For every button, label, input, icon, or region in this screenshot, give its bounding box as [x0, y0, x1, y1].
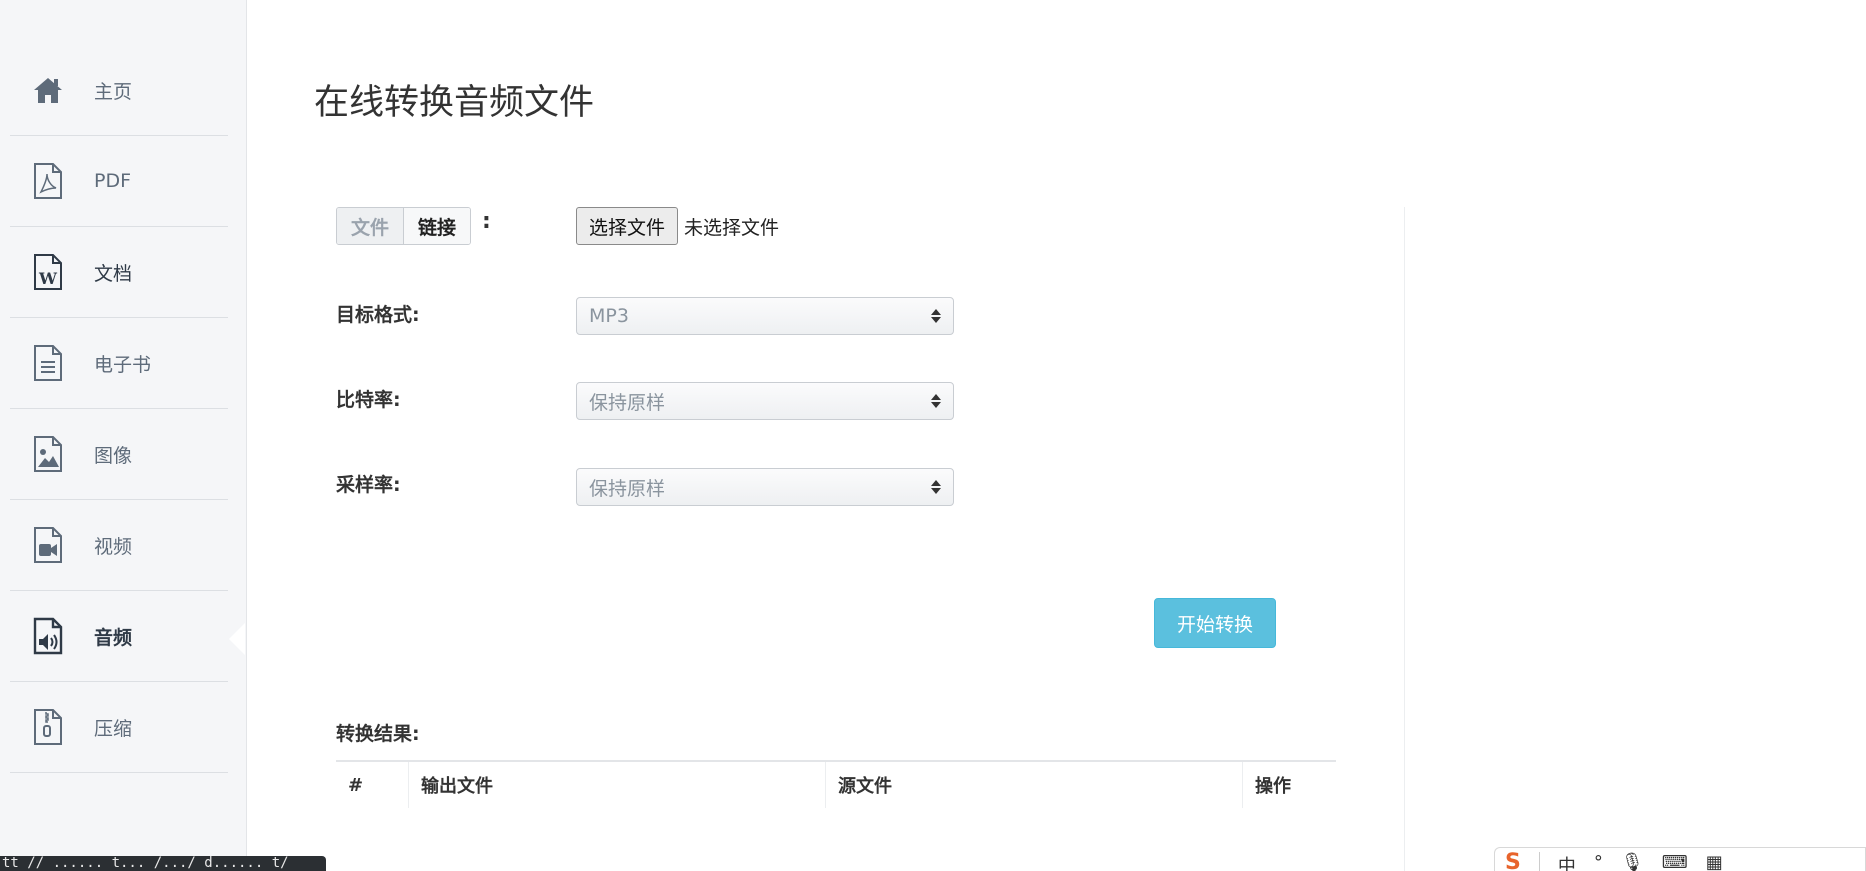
sogou-logo-icon[interactable]: S [1505, 850, 1521, 871]
source-toggle-colon: : [482, 209, 491, 234]
sidebar-item-label: PDF [94, 170, 132, 192]
ime-toolbar: S 中 ° 🎙 ⌨ ▦ [1494, 847, 1866, 871]
toolbox-icon[interactable]: ▦ [1706, 852, 1723, 871]
video-file-icon [30, 523, 66, 567]
audio-file-icon [30, 614, 66, 658]
ime-divider [1538, 852, 1540, 871]
bitrate-select[interactable]: 保持原样 [576, 382, 954, 420]
file-status: 未选择文件 [684, 216, 780, 239]
sidebar-item-home[interactable]: 主页 [10, 45, 228, 136]
target-format-value: MP3 [589, 305, 629, 327]
sidebar-item-pdf[interactable]: PDF [10, 136, 228, 227]
archive-file-icon [30, 705, 66, 749]
page-title: 在线转换音频文件 [314, 83, 595, 123]
pdf-file-icon [30, 159, 66, 203]
samplerate-label: 采样率: [336, 474, 401, 496]
sidebar-item-label: 音频 [94, 626, 133, 649]
sidebar-item-image[interactable]: 图像 [10, 409, 228, 500]
bitrate-label: 比特率: [336, 389, 401, 411]
select-arrows-icon [931, 394, 941, 408]
sidebar-item-label: 图像 [94, 444, 133, 467]
sidebar-item-label: 压缩 [94, 717, 133, 740]
select-arrows-icon [931, 309, 941, 323]
start-convert-button[interactable]: 开始转换 [1154, 598, 1276, 648]
ebook-file-icon [30, 341, 66, 385]
sidebar-item-ebook[interactable]: 电子书 [10, 318, 228, 409]
sidebar-item-label: 文档 [94, 262, 133, 285]
column-header-actions: 操作 [1242, 760, 1336, 808]
select-arrows-icon [931, 480, 941, 494]
status-url-bar: tt // ...... t... /.../ d...... t/ [0, 856, 326, 871]
active-indicator [229, 623, 245, 655]
sidebar-item-video[interactable]: 视频 [10, 500, 228, 591]
ime-mode-toggle[interactable]: 中 [1558, 852, 1576, 871]
source-toggle-file[interactable]: 文件 [337, 208, 405, 244]
file-input: 选择文件 未选择文件 [576, 207, 779, 245]
sidebar-menu: 主页 PDF W 文档 电子书 图像 视频 音频 压缩 [10, 45, 228, 773]
table-header-row: # 输出文件 源文件 操作 [336, 760, 1336, 808]
source-toggle: 文件 链接 [336, 207, 472, 245]
punctuation-icon[interactable]: ° [1594, 852, 1603, 871]
column-header-index: # [336, 760, 409, 808]
microphone-icon[interactable]: 🎙 [1621, 852, 1644, 871]
sidebar-item-label: 电子书 [94, 353, 152, 376]
image-file-icon [30, 432, 66, 476]
sidebar-item-archive[interactable]: 压缩 [10, 682, 228, 773]
sidebar-item-label: 主页 [94, 80, 133, 103]
sidebar-item-audio[interactable]: 音频 [10, 591, 228, 682]
sidebar: 主页 PDF W 文档 电子书 图像 视频 音频 压缩 [0, 0, 247, 871]
results-table: # 输出文件 源文件 操作 [336, 760, 1336, 808]
svg-text:W: W [38, 269, 58, 288]
source-toggle-link[interactable]: 链接 [404, 208, 471, 244]
choose-file-button[interactable]: 选择文件 [576, 207, 679, 245]
word-file-icon: W [30, 250, 66, 294]
column-header-output: 输出文件 [408, 760, 826, 808]
bitrate-value: 保持原样 [589, 391, 666, 414]
target-format-label: 目标格式: [336, 304, 420, 326]
home-icon [30, 68, 66, 112]
target-format-select[interactable]: MP3 [576, 297, 954, 335]
sidebar-item-document[interactable]: W 文档 [10, 227, 228, 318]
keyboard-icon[interactable]: ⌨ [1662, 852, 1688, 871]
sidebar-item-label: 视频 [94, 535, 133, 558]
results-label: 转换结果: [336, 723, 420, 745]
column-header-source: 源文件 [825, 760, 1243, 808]
samplerate-value: 保持原样 [589, 477, 666, 500]
conversion-form: 文件 链接 : 选择文件 未选择文件 目标格式: MP3 比特率: 保持原样 采… [336, 207, 1405, 871]
samplerate-select[interactable]: 保持原样 [576, 468, 954, 506]
